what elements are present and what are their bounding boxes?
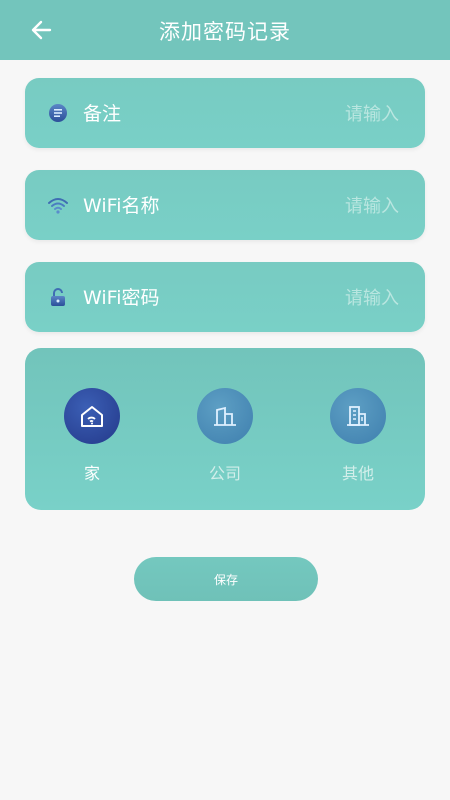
wifi-password-label: WiFi密码 — [83, 287, 160, 309]
type-option-office[interactable]: 公司 — [180, 388, 270, 488]
type-label-office: 公司 — [208, 464, 241, 483]
lock-icon — [51, 288, 65, 306]
wifi-name-input[interactable] — [237, 190, 401, 222]
type-label-other: 其他 — [341, 464, 374, 483]
note-icon — [49, 104, 67, 122]
type-label-home: 家 — [83, 464, 100, 483]
wifi-password-input[interactable] — [237, 282, 401, 314]
app-header: 添加密码记录 — [0, 0, 450, 60]
wifi-password-field-card[interactable]: WiFi密码 — [25, 262, 425, 332]
location-type-selector: 家 公司 其他 — [25, 348, 425, 510]
wifi-name-label: WiFi名称 — [83, 195, 160, 217]
other-building-icon — [347, 406, 369, 426]
note-label: 备注 — [83, 103, 122, 125]
note-input[interactable] — [237, 98, 401, 130]
home-wifi-icon — [81, 406, 103, 427]
type-option-home[interactable]: 家 — [47, 388, 137, 488]
office-building-icon — [214, 406, 236, 426]
note-field-card[interactable]: 备注 — [25, 78, 425, 148]
type-option-other[interactable]: 其他 — [313, 388, 403, 488]
page-title: 添加密码记录 — [159, 20, 291, 44]
save-button[interactable]: 保存 — [134, 557, 318, 601]
wifi-name-field-card[interactable]: WiFi名称 — [25, 170, 425, 240]
wifi-icon — [48, 198, 68, 214]
